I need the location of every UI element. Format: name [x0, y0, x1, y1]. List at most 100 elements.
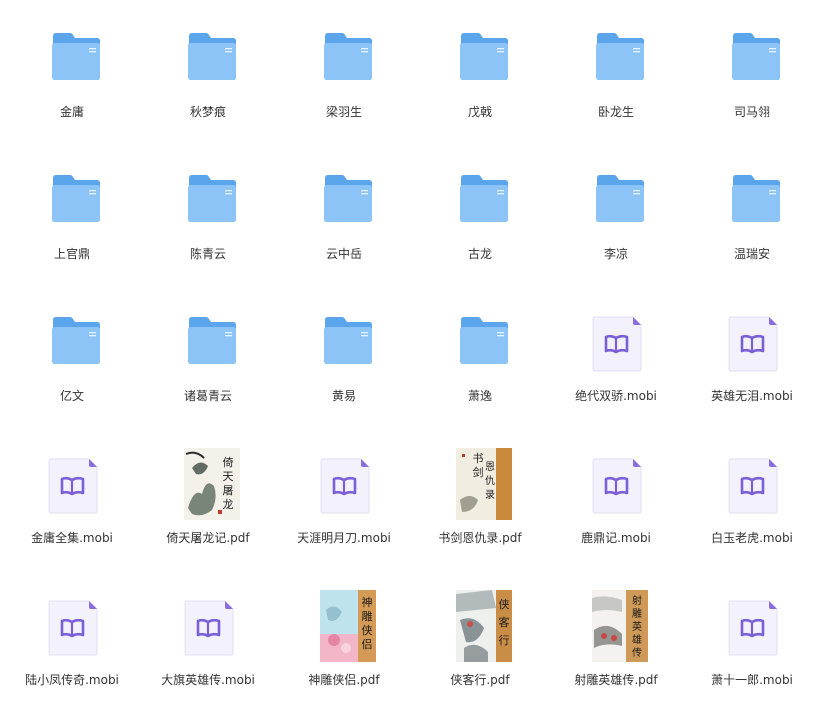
file-grid: 金庸 秋梦痕 梁羽生 戊戟 卧龙生 司马翎 上官鼎 陈青云 云中岳 古龙 李凉 …	[0, 0, 820, 702]
folder-icon	[731, 174, 781, 223]
item-label: 萧十一郎.mobi	[711, 673, 793, 687]
file-item[interactable]: 天涯明月刀.mobi	[276, 434, 412, 576]
file-item[interactable]: 英雄无泪.mobi	[684, 292, 820, 434]
svg-text:龙: 龙	[223, 498, 234, 511]
item-label: 金庸	[59, 105, 84, 119]
item-label: 云中岳	[325, 247, 362, 261]
file-item[interactable]: 白玉老虎.mobi	[684, 434, 820, 576]
folder-icon	[323, 174, 373, 223]
svg-text:神: 神	[362, 595, 373, 609]
item-label: 鹿鼎记.mobi	[581, 531, 651, 545]
item-label: 大旗英雄传.mobi	[161, 673, 255, 687]
file-item[interactable]: 绝代双骄.mobi	[548, 292, 684, 434]
folder-item[interactable]: 梁羽生	[276, 8, 412, 150]
file-item[interactable]: 陆小凤传奇.mobi	[4, 576, 140, 702]
file-item[interactable]: 大旗英雄传.mobi	[140, 576, 276, 702]
item-label: 秋梦痕	[189, 105, 226, 119]
folder-item[interactable]: 李凉	[548, 150, 684, 292]
folder-icon	[459, 32, 509, 81]
item-label: 神雕侠侣.pdf	[308, 673, 380, 687]
pdf-cover-thumbnail: 射 雕 英 雄 传	[592, 590, 648, 662]
file-item[interactable]: 侠 客 行 侠客行.pdf	[412, 576, 548, 702]
item-label: 陆小凤传奇.mobi	[25, 673, 119, 687]
folder-item[interactable]: 诸葛青云	[140, 292, 276, 434]
folder-item[interactable]: 古龙	[412, 150, 548, 292]
svg-text:倚: 倚	[223, 456, 234, 469]
ebook-icon	[592, 458, 642, 514]
item-label: 卧龙生	[597, 105, 634, 119]
item-label: 绝代双骄.mobi	[575, 389, 657, 403]
svg-text:侠: 侠	[499, 598, 510, 611]
svg-text:剑: 剑	[473, 465, 484, 479]
item-label: 萧逸	[467, 389, 492, 403]
svg-text:雄: 雄	[632, 633, 642, 646]
folder-item[interactable]: 云中岳	[276, 150, 412, 292]
svg-text:射: 射	[632, 595, 642, 607]
folder-icon	[731, 32, 781, 81]
svg-text:录: 录	[485, 489, 495, 501]
folder-item[interactable]: 黄易	[276, 292, 412, 434]
file-item[interactable]: 萧十一郎.mobi	[684, 576, 820, 702]
folder-item[interactable]: 戊戟	[412, 8, 548, 150]
item-label: 金庸全集.mobi	[31, 531, 113, 545]
folder-icon	[187, 316, 237, 365]
file-item[interactable]: 书 剑 恩 仇 录 书剑恩仇录.pdf	[412, 434, 548, 576]
item-label: 诸葛青云	[183, 389, 232, 403]
svg-text:屠: 屠	[223, 484, 234, 497]
item-label: 古龙	[467, 247, 492, 261]
pdf-cover-thumbnail: 神 雕 侠 侣	[320, 590, 376, 662]
folder-item[interactable]: 金庸	[4, 8, 140, 150]
svg-text:书: 书	[473, 452, 484, 465]
item-label: 英雄无泪.mobi	[711, 389, 793, 403]
folder-item[interactable]: 温瑞安	[684, 150, 820, 292]
folder-icon	[187, 174, 237, 223]
folder-item[interactable]: 陈青云	[140, 150, 276, 292]
folder-item[interactable]: 亿文	[4, 292, 140, 434]
ebook-icon	[728, 600, 778, 656]
item-label: 陈青云	[189, 247, 226, 261]
folder-item[interactable]: 上官鼎	[4, 150, 140, 292]
svg-text:传: 传	[632, 647, 642, 659]
folder-item[interactable]: 卧龙生	[548, 8, 684, 150]
item-label: 黄易	[331, 389, 356, 403]
pdf-cover-thumbnail: 侠 客 行	[456, 590, 512, 662]
folder-item[interactable]: 萧逸	[412, 292, 548, 434]
svg-text:英: 英	[632, 620, 642, 633]
item-label: 司马翎	[733, 105, 770, 119]
item-label: 李凉	[603, 247, 628, 261]
file-item[interactable]: 倚 天 屠 龙 倚天屠龙记.pdf	[140, 434, 276, 576]
folder-item[interactable]: 秋梦痕	[140, 8, 276, 150]
svg-text:雕: 雕	[362, 609, 373, 623]
item-label: 天涯明月刀.mobi	[297, 531, 391, 545]
item-label: 上官鼎	[53, 247, 90, 261]
folder-icon	[51, 316, 101, 365]
folder-icon	[51, 32, 101, 81]
pdf-cover-thumbnail: 倚 天 屠 龙	[184, 448, 240, 520]
folder-item[interactable]: 司马翎	[684, 8, 820, 150]
svg-text:侠: 侠	[362, 624, 373, 637]
file-item[interactable]: 金庸全集.mobi	[4, 434, 140, 576]
folder-icon	[459, 174, 509, 223]
svg-text:仇: 仇	[485, 474, 495, 487]
item-label: 射雕英雄传.pdf	[574, 673, 658, 687]
svg-text:恩: 恩	[485, 461, 495, 473]
folder-icon	[187, 32, 237, 81]
folder-icon	[595, 32, 645, 81]
file-item[interactable]: 神 雕 侠 侣 神雕侠侣.pdf	[276, 576, 412, 702]
file-item[interactable]: 射 雕 英 雄 传 射雕英雄传.pdf	[548, 576, 684, 702]
folder-icon	[323, 32, 373, 81]
item-label: 侠客行.pdf	[450, 673, 510, 687]
svg-text:行: 行	[499, 634, 510, 647]
item-label: 戊戟	[467, 105, 492, 119]
svg-text:雕: 雕	[632, 607, 642, 620]
file-item[interactable]: 鹿鼎记.mobi	[548, 434, 684, 576]
item-label: 温瑞安	[733, 247, 770, 261]
folder-icon	[323, 316, 373, 365]
ebook-icon	[728, 316, 778, 372]
pdf-cover-thumbnail: 书 剑 恩 仇 录	[456, 448, 512, 520]
item-label: 梁羽生	[325, 105, 362, 119]
item-label: 白玉老虎.mobi	[711, 531, 793, 545]
folder-icon	[459, 316, 509, 365]
folder-icon	[595, 174, 645, 223]
item-label: 倚天屠龙记.pdf	[166, 531, 250, 545]
